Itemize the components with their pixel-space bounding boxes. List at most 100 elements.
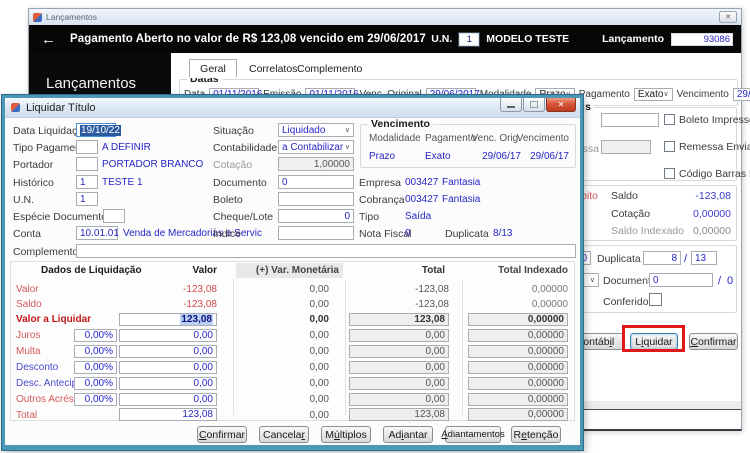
liq-row-label: Saldo [16, 299, 42, 310]
remessa-field [601, 140, 651, 154]
cotacao-field-dialog: 1,00000 [278, 157, 354, 171]
boleto-field[interactable] [601, 113, 659, 127]
back-arrow-icon[interactable]: ← [41, 32, 56, 47]
adiantar-button[interactable]: Ad i antar [383, 426, 433, 443]
liq-row-var: 0,00 [309, 284, 329, 295]
desconto-valor-field[interactable]: 0,00 [119, 361, 217, 374]
retencao-button[interactable]: Re tenção [511, 426, 561, 443]
documento-slash: / [718, 275, 722, 287]
confirmar-button-main[interactable]: Confirmar [689, 333, 738, 350]
liq-row-total: 123,08 [349, 408, 449, 421]
lancamento-field[interactable]: 93086 [671, 32, 733, 46]
window-title: Lançamentos [46, 12, 98, 22]
situacao-select[interactable]: Liquidado ∨ [278, 123, 354, 137]
duplicata-num-field[interactable]: 8 [643, 251, 681, 265]
liq-row-var: 0,00 [309, 378, 329, 389]
record-title: Pagamento Aberto no valor de R$ 123,08 v… [70, 33, 426, 45]
portador-field[interactable] [76, 157, 98, 171]
vencimento-field[interactable]: 29/06/2017 [732, 88, 750, 101]
minimize-icon[interactable] [500, 98, 522, 112]
vencimento-group: Vencimento Modalidade Pagamento Venc. Or… [360, 118, 576, 168]
tab-complemento[interactable]: Complemento [287, 59, 372, 78]
multa-valor-field[interactable]: 0,00 [119, 345, 217, 358]
documento-field-dialog[interactable]: 0 [278, 175, 354, 189]
liq-row-idx: 0,00000 [468, 408, 568, 421]
pagamento-select[interactable]: Exato ∨ [633, 88, 673, 101]
data-liquidacao-field[interactable]: 19/10/22 [76, 123, 121, 137]
outros-acrescimos-valor-field[interactable]: 0,00 [119, 393, 217, 406]
boleto-group-title: s [582, 101, 594, 113]
liq-row-var: 0,00 [309, 346, 329, 357]
conta-desc: Venda de Mercadorias e Servic [123, 228, 262, 239]
liq-row-total: -123,08 [415, 284, 449, 295]
tab-geral[interactable]: Geral [189, 59, 237, 78]
liq-row-var: 0,00 [309, 299, 329, 310]
liq-row-var: 0,00 [309, 410, 329, 421]
portador-label: Portador [13, 159, 54, 171]
desconto-pct-field[interactable]: 0,00% [74, 361, 117, 374]
codigo-barras-checkbox[interactable] [664, 168, 675, 179]
nota-fiscal-label: Nota Fiscal [359, 228, 412, 240]
documento-field-right[interactable]: 0 [649, 273, 713, 287]
liq-row-idx: 0,00000 [531, 284, 568, 295]
saldo-indexado-value: 0,00000 [693, 225, 731, 237]
cancelar-button[interactable]: Cancela r [259, 426, 309, 443]
close-icon[interactable]: ✕ [719, 11, 737, 23]
boleto-impresso-checkbox[interactable] [664, 114, 675, 125]
confirmar-button[interactable]: Confirmar [197, 426, 247, 443]
lancamento-label: Lançamento [602, 33, 664, 45]
liq-row-var: 0,00 [309, 394, 329, 405]
duplicata-den-field[interactable]: 13 [691, 251, 717, 265]
conferido-checkbox[interactable] [649, 293, 662, 306]
multiplos-button[interactable]: Mú ltiplos [321, 426, 371, 443]
maximize-icon[interactable] [523, 98, 545, 112]
valor-a-liquidar-field[interactable]: 123,08 [119, 313, 217, 326]
cheque-lote-label: Cheque/Lote [213, 211, 274, 223]
tipo-pagamento-field[interactable] [76, 140, 98, 154]
dialog-titlebar[interactable]: Liquidar Título ✕ [5, 98, 580, 118]
adiantamentos-button[interactable]: Adiantamentos [441, 426, 505, 443]
especie-field[interactable] [103, 209, 125, 223]
conta-field[interactable]: 10.01.01 [76, 226, 119, 240]
contabilidade-label: Contabilidade [213, 142, 278, 154]
duplicata-label-dialog: Duplicata [445, 228, 489, 240]
liq-row-total: 0,00 [349, 345, 449, 358]
juros-valor-field[interactable]: 0,00 [119, 329, 217, 342]
historico-field[interactable]: 1 [76, 175, 98, 189]
boleto-field-dialog[interactable] [278, 192, 354, 206]
venc-h-vencimento: Vencimento [516, 133, 569, 144]
venc-h-pagamento: Pagamento [425, 133, 477, 144]
juros-pct-field[interactable]: 0,00% [74, 329, 117, 342]
outros-acrescimos-pct-field[interactable]: 0,00% [74, 393, 117, 406]
total-valor-field[interactable]: 123,08 [119, 408, 217, 421]
venc-h-venc-orig: Venc. Orig. [471, 133, 521, 144]
multa-pct-field[interactable]: 0,00% [74, 345, 117, 358]
complemento-field[interactable] [76, 244, 576, 258]
liq-row-idx: 0,00000 [468, 313, 568, 326]
liq-row-var: 0,00 [309, 362, 329, 373]
boleto-impresso-label: Boleto Impresso [679, 114, 750, 126]
liq-row-var: 0,00 [309, 330, 329, 341]
duplicata-slash: / [684, 253, 688, 265]
liquidar-titulo-dialog: Liquidar Título ✕ Data Liquidação 19/10/… [2, 95, 583, 450]
liq-row-label: Juros [16, 330, 41, 341]
liq-row-idx: 0,00000 [468, 345, 568, 358]
remessa-enviada-checkbox[interactable] [664, 141, 675, 152]
desc-antecipacao-pct-field[interactable]: 0,00% [74, 377, 117, 390]
close-icon[interactable]: ✕ [546, 98, 576, 112]
indice-field[interactable] [278, 226, 354, 240]
window-titlebar[interactable]: Lançamentos ✕ [29, 9, 741, 25]
un-field-dialog[interactable]: 1 [76, 192, 98, 206]
conta-label: Conta [13, 228, 42, 240]
liq-row-total: 0,00 [349, 393, 449, 406]
codigo-barras-label: Código Barras Lido [679, 168, 750, 180]
liq-row-idx: 0,00000 [531, 299, 568, 310]
venc-v-modalidade: Prazo [369, 151, 396, 162]
cobranca-label: Cobrança [359, 194, 405, 206]
chevron-down-icon: ∨ [589, 276, 595, 284]
contabilidade-select[interactable]: a Contabilizar ∨ [278, 140, 354, 154]
cheque-lote-field[interactable]: 0 [278, 209, 354, 223]
desc-antecipacao-valor-field[interactable]: 0,00 [119, 377, 217, 390]
un-field[interactable]: 1 [458, 31, 481, 47]
vencimento-group-title: Vencimento [368, 118, 433, 130]
